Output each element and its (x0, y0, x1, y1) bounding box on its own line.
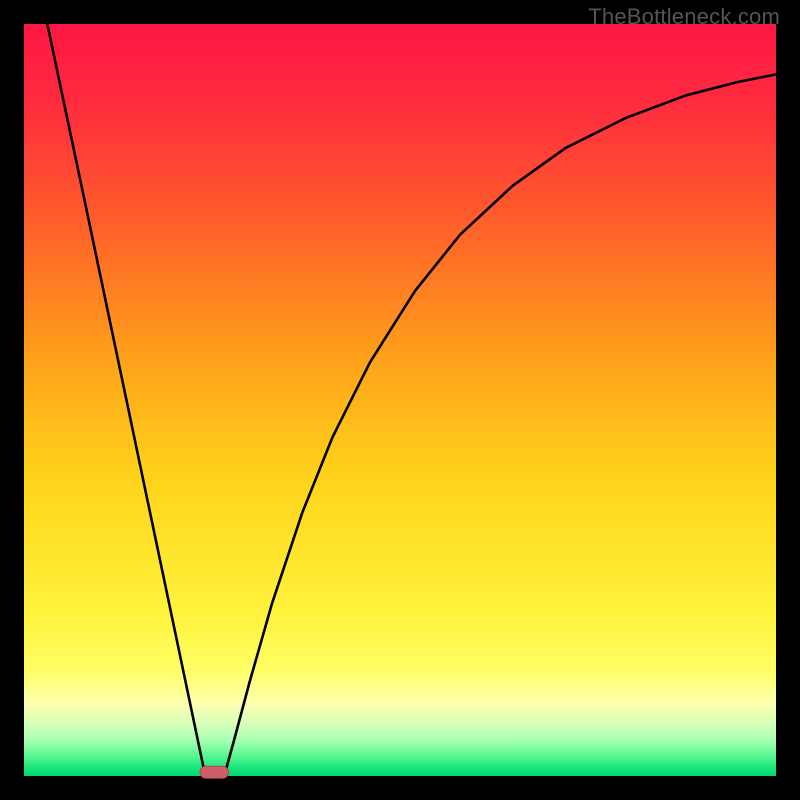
optimal-marker (200, 766, 229, 778)
bottleneck-chart (0, 0, 800, 800)
chart-background (24, 24, 776, 776)
watermark-text: TheBottleneck.com (588, 4, 780, 30)
